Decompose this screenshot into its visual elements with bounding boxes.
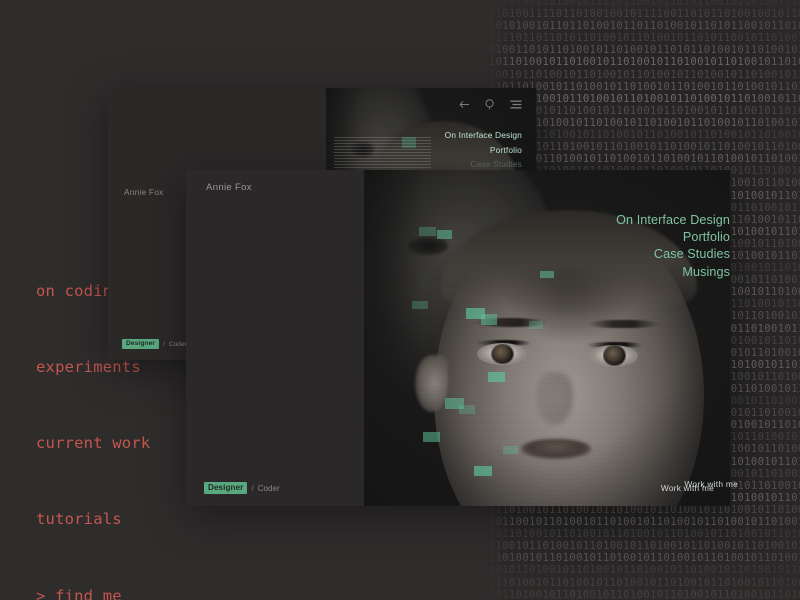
binary-code-row: 0110100111101101001001011110011010110100… <box>488 8 800 21</box>
front-window-footer: Designer / Coder Work with me <box>204 482 714 494</box>
role-chip-designer[interactable]: Designer <box>204 482 248 494</box>
glitch-block <box>503 445 519 455</box>
role-label-coder[interactable]: Coder <box>169 341 187 348</box>
back-window-title: Annie Fox <box>124 188 164 197</box>
binary-code-row: 1100101101001011010010110100101101001011… <box>488 68 800 81</box>
overlay-nav-item-portfolio[interactable]: Portfolio <box>616 229 730 246</box>
nav-item-portfolio[interactable]: Portfolio <box>445 143 522 158</box>
binary-code-row: 0101101001011010010110100101101001011010… <box>488 528 800 541</box>
glitch-block <box>418 227 436 236</box>
binary-code-row: 1010011010110100101101001011010110100101… <box>488 44 800 57</box>
glitch-block <box>459 405 475 414</box>
overlay-nav[interactable]: On Interface Design Portfolio Case Studi… <box>616 212 730 281</box>
glitch-block <box>528 321 544 330</box>
glitch-block <box>411 301 428 310</box>
glitch-block <box>437 230 452 239</box>
binary-code-row: 0101101001011010010110100101101001011010… <box>488 56 800 69</box>
binary-code-row: 1010010110100101101001011010010110100101… <box>488 540 800 553</box>
binary-code-row: 1101011010010110100101101001011010010110… <box>488 564 800 577</box>
binary-code-row: 1001101001011010010110100101101001011010… <box>488 588 800 600</box>
role-chip-designer[interactable]: Designer <box>122 339 160 349</box>
glitch-block <box>401 136 417 148</box>
role-label-coder[interactable]: Coder <box>258 484 280 493</box>
binary-code-row: 0011101101101011010010110100101101011001… <box>488 32 800 45</box>
binary-code-row: 1101100101101001011010010110100101101001… <box>488 516 800 529</box>
nav-item-on-interface-design[interactable]: On Interface Design <box>445 128 522 143</box>
overlay-work-with-me-link[interactable]: Work with me <box>684 479 738 489</box>
hamburger-menu-icon[interactable] <box>510 98 522 110</box>
terminal-line: > find me <box>36 586 122 600</box>
binary-code-row: 0110100101101001011010010110100101101001… <box>488 552 800 565</box>
back-window-toolbar[interactable] <box>458 98 522 110</box>
binary-code-row: 0011010010110100101101001011010010110100… <box>488 576 800 589</box>
glitch-block <box>488 371 506 382</box>
back-arrow-icon[interactable] <box>458 98 470 110</box>
glitch-block <box>481 314 498 325</box>
binary-code-row: 1011010011010010111101100101101011001011… <box>488 0 800 8</box>
overlay-nav-item-case-studies[interactable]: Case Studies <box>616 246 730 263</box>
overlay-nav-item-on-interface-design[interactable]: On Interface Design <box>616 212 730 229</box>
search-icon[interactable] <box>484 98 496 110</box>
role-separator: / <box>251 483 254 493</box>
role-badge[interactable]: Designer / Coder <box>204 482 280 494</box>
role-badge[interactable]: Designer / Coder <box>122 339 187 349</box>
glitch-block <box>473 465 493 476</box>
app-stage: 1011010011010010111101100101101011001011… <box>0 0 800 600</box>
front-window-title: Annie Fox <box>206 182 252 193</box>
terminal-line: tutorials <box>36 510 122 529</box>
glitch-block <box>422 432 441 443</box>
glitch-block <box>539 270 554 279</box>
overlay-nav-item-musings[interactable]: Musings <box>616 264 730 281</box>
binary-code-row: 1101010010110110100101101101001011010110… <box>488 20 800 33</box>
role-separator: / <box>163 340 165 348</box>
